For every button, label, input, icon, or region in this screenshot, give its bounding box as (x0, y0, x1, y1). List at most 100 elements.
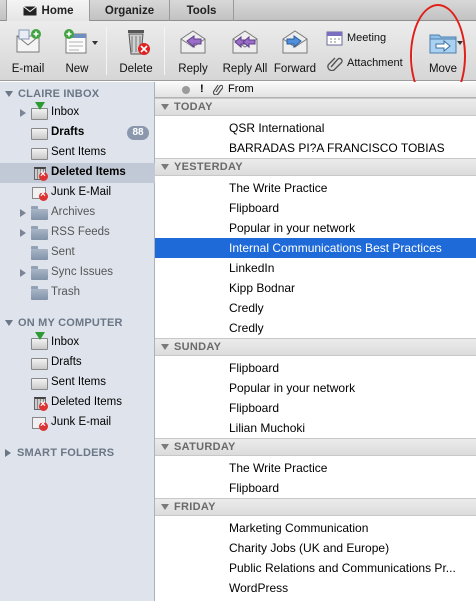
reply-all-label: Reply All (222, 63, 268, 75)
message-row[interactable]: Flipboard (155, 478, 476, 498)
on-my-computer-header-label: ON MY COMPUTER (18, 317, 123, 329)
expand-triangle-icon[interactable] (20, 209, 26, 217)
message-row[interactable]: Flipboard (155, 358, 476, 378)
message-row[interactable]: BARRADAS PI?A FRANCISCO TOBIAS (155, 138, 476, 158)
message-row[interactable]: Flipboard (155, 398, 476, 418)
forward-button[interactable]: Forward (272, 21, 318, 79)
folder-icon (31, 266, 48, 280)
message-sender: Public Relations and Communications Pr..… (229, 561, 456, 575)
message-row[interactable]: Public Relations and Communications Pr..… (155, 558, 476, 578)
message-row[interactable]: Charity Jobs (UK and Europe) (155, 538, 476, 558)
sidebar-item-rss-feeds[interactable]: RSS Feeds (0, 223, 155, 243)
reply-all-button[interactable]: Reply All (218, 21, 272, 79)
drafts-icon (31, 126, 48, 140)
trash-icon (31, 396, 48, 411)
folder-icon (31, 246, 48, 260)
sidebar-item-local-junk-email[interactable]: Junk E-mail (0, 413, 155, 433)
move-button[interactable]: Move (416, 21, 470, 79)
message-row[interactable]: Popular in your network (155, 218, 476, 238)
from-column-header[interactable]: From (228, 83, 254, 95)
priority-column-header[interactable]: ! (200, 83, 204, 95)
toolbar-divider (412, 27, 413, 75)
message-sender: Flipboard (229, 361, 280, 375)
sidebar-item-trash[interactable]: Trash (0, 283, 155, 303)
date-group-label: SUNDAY (174, 341, 222, 353)
collapse-triangle-icon (161, 164, 169, 170)
new-item-icon (61, 27, 93, 57)
expand-triangle-icon[interactable] (20, 109, 26, 117)
sidebar-item-junk-email[interactable]: Junk E-Mail (0, 183, 155, 203)
sidebar-item-sync-issues[interactable]: Sync Issues (0, 263, 155, 283)
sidebar-item-drafts[interactable]: Drafts 88 (0, 123, 155, 143)
message-sender: BARRADAS PI?A FRANCISCO TOBIAS (229, 141, 445, 155)
message-sender: Credly (229, 301, 264, 315)
message-row[interactable]: Lilian Muchoki (155, 418, 476, 438)
reply-all-icon (229, 27, 261, 57)
sidebar-item-label: Deleted Items (51, 166, 126, 178)
tab-organize[interactable]: Organize (90, 0, 170, 21)
sidebar-item-local-deleted-items[interactable]: Deleted Items (0, 393, 155, 413)
junk-mail-icon (31, 416, 48, 431)
folder-icon (31, 286, 48, 300)
expand-triangle-icon[interactable] (20, 269, 26, 277)
attachment-button[interactable]: Attachment (326, 55, 403, 72)
attachment-column-icon[interactable] (212, 83, 224, 98)
sidebar-item-deleted-items[interactable]: Deleted Items (0, 163, 155, 183)
on-my-computer-header[interactable]: ON MY COMPUTER (0, 313, 123, 333)
claire-inbox-header[interactable]: CLAIRE INBOX (0, 84, 99, 104)
collapse-triangle-icon (161, 444, 169, 450)
sidebar-item-sent-items[interactable]: Sent Items (0, 143, 155, 163)
collapse-triangle-icon (5, 91, 13, 97)
date-group-header[interactable]: SUNDAY (155, 338, 476, 356)
message-row[interactable]: Flipboard (155, 198, 476, 218)
message-sender: Flipboard (229, 481, 280, 495)
date-group-header[interactable]: FRIDAY (155, 498, 476, 516)
message-row[interactable]: QSR International (155, 118, 476, 138)
meeting-button[interactable]: Meeting (326, 30, 386, 46)
message-row[interactable]: WordPress (155, 578, 476, 598)
message-row[interactable]: Credly (155, 298, 476, 318)
ribbon-toolbar: E-mail New Delete Reply Reply All Forwar… (0, 21, 476, 81)
message-row[interactable]: Credly (155, 318, 476, 338)
sidebar-item-archives[interactable]: Archives (0, 203, 155, 223)
sidebar-item-label: Junk E-Mail (51, 186, 112, 198)
tab-organize-label: Organize (104, 4, 155, 17)
message-row[interactable]: Popular in your network (155, 378, 476, 398)
date-group-header[interactable]: TODAY (155, 98, 476, 116)
reply-button[interactable]: Reply (170, 21, 216, 79)
new-email-label: E-mail (11, 63, 45, 75)
message-row-selected[interactable]: Internal Communications Best Practices (155, 238, 476, 258)
smart-folders-header-label: SMART FOLDERS (17, 447, 115, 459)
date-group-header[interactable]: YESTERDAY (155, 158, 476, 176)
expand-triangle-icon[interactable] (20, 229, 26, 237)
sidebar-item-local-sent-items[interactable]: Sent Items (0, 373, 155, 393)
message-row[interactable]: LinkedIn (155, 258, 476, 278)
folder-icon (31, 206, 48, 220)
message-row[interactable]: The Write Practice (155, 178, 476, 198)
sidebar-item-label: Trash (51, 286, 80, 298)
delete-button[interactable]: Delete (112, 21, 160, 79)
smart-folders-header[interactable]: SMART FOLDERS (0, 443, 114, 463)
message-row[interactable]: Marketing Communication (155, 518, 476, 538)
read-status-column-icon[interactable] (182, 86, 190, 94)
sidebar-item-label: Archives (51, 206, 96, 218)
new-email-button[interactable]: E-mail (4, 21, 52, 79)
message-row[interactable]: The Write Practice (155, 458, 476, 478)
tab-tools[interactable]: Tools (170, 0, 234, 21)
sidebar-item-local-inbox[interactable]: Inbox (0, 332, 155, 353)
message-sender: Popular in your network (229, 381, 356, 395)
sidebar-item-local-drafts[interactable]: Drafts (0, 353, 155, 373)
collapse-triangle-icon (161, 504, 169, 510)
sidebar-item-sent[interactable]: Sent (0, 243, 155, 263)
sidebar-item-inbox[interactable]: Inbox (0, 102, 155, 123)
sidebar-item-label: Drafts (51, 126, 85, 138)
move-dropdown-arrow-icon[interactable] (457, 41, 463, 45)
envelope-icon (22, 6, 37, 16)
new-item-button[interactable]: New (54, 21, 100, 79)
date-group-header[interactable]: SATURDAY (155, 438, 476, 456)
new-dropdown-arrow-icon[interactable] (92, 41, 98, 45)
tab-home[interactable]: Home (6, 0, 90, 22)
claire-inbox-header-label: CLAIRE INBOX (18, 88, 100, 100)
message-row[interactable]: Kipp Bodnar (155, 278, 476, 298)
sidebar-item-label: Junk E-mail (51, 416, 112, 428)
